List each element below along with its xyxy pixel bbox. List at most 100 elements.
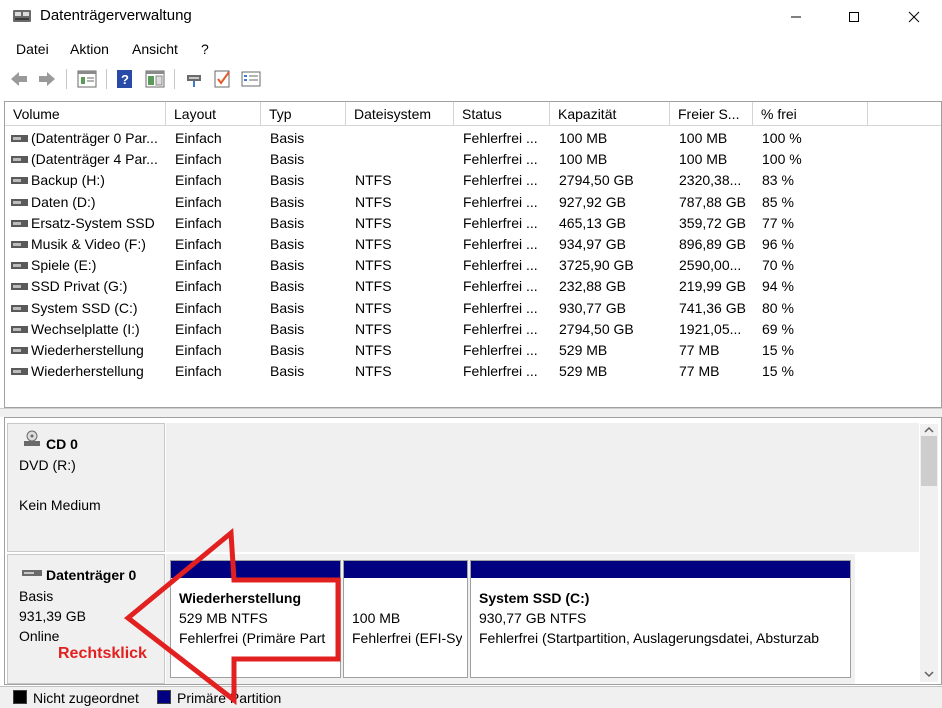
- cell-status: Fehlerfrei ...: [463, 278, 538, 295]
- table-row[interactable]: Musik & Video (F:) Einfach Basis NTFS Fehler…: [5, 234, 941, 255]
- table-row[interactable]: Spiele (E:) Einfach Basis NTFS Fehlerfrei ..…: [5, 255, 941, 276]
- column-header-volume[interactable]: Volume: [5, 102, 166, 126]
- cell-layout: Einfach: [175, 299, 222, 316]
- column-header-status[interactable]: Status: [454, 102, 550, 126]
- cell-kapazitaet: 529 MB: [559, 363, 608, 380]
- table-row[interactable]: Backup (H:) Einfach Basis NTFS Fehlerfrei ..…: [5, 170, 941, 191]
- menu-datei[interactable]: Datei: [16, 41, 49, 57]
- cell-kapazitaet: 529 MB: [559, 342, 608, 358]
- properties-icon[interactable]: [76, 68, 98, 90]
- window-title: Datenträgerverwaltung: [40, 7, 192, 24]
- disk0-type: Basis: [19, 588, 54, 604]
- cell-prozent-frei: 70 %: [762, 257, 794, 274]
- cell-prozent-frei: 85 %: [762, 193, 794, 210]
- cell-volume: System SSD (C:): [31, 299, 138, 316]
- volume-icon: [11, 325, 28, 333]
- volume-icon: [11, 135, 28, 142]
- connect-icon[interactable]: [184, 68, 206, 90]
- cell-freier-speicher: 741,36 GB: [679, 299, 746, 316]
- column-header-prozent-frei[interactable]: % frei: [753, 102, 868, 126]
- table-row[interactable]: Wechselplatte (I:) Einfach Basis NTFS Fehler…: [5, 319, 941, 340]
- cell-typ: Basis: [270, 320, 305, 337]
- column-header-layout[interactable]: Layout: [166, 102, 261, 126]
- cell-prozent-frei: 100 %: [762, 151, 802, 168]
- cell-layout: Einfach: [175, 342, 222, 358]
- partition-title: Wiederherstellung: [179, 590, 302, 606]
- cell-freier-speicher: 359,72 GB: [679, 214, 746, 231]
- pane-splitter[interactable]: [0, 408, 942, 417]
- table-row[interactable]: System SSD (C:) Einfach Basis NTFS Fehlerfre…: [5, 298, 941, 319]
- cell-typ: Basis: [270, 363, 305, 380]
- cell-status: Fehlerfrei ...: [463, 172, 538, 189]
- column-header-typ[interactable]: Typ: [261, 102, 346, 126]
- cell-volume: Ersatz-System SSD: [31, 214, 155, 231]
- cell-dateisystem: NTFS: [355, 193, 392, 210]
- cell-layout: Einfach: [175, 363, 222, 380]
- volume-icon: [11, 304, 28, 312]
- partition-efi[interactable]: 100 MB Fehlerfrei (EFI-Sy: [343, 560, 468, 678]
- cell-freier-speicher: 77 MB: [679, 342, 720, 358]
- cd0-name: CD 0: [46, 436, 78, 452]
- minimize-button[interactable]: [774, 0, 818, 34]
- cell-kapazitaet: 232,88 GB: [559, 278, 626, 295]
- scroll-down-icon[interactable]: [924, 670, 934, 678]
- maximize-button[interactable]: [832, 0, 876, 34]
- cell-typ: Basis: [270, 130, 305, 146]
- table-row[interactable]: (Datenträger 4 Par... Einfach Basis Fehlerf…: [5, 149, 941, 170]
- cell-typ: Basis: [270, 151, 305, 168]
- partition-system-ssd[interactable]: System SSD (C:) 930,77 GB NTFS Fehlerfre…: [470, 560, 851, 678]
- cell-typ: Basis: [270, 236, 305, 252]
- table-row[interactable]: SSD Privat (G:) Einfach Basis NTFS Fehlerfre…: [5, 276, 941, 297]
- volume-icon: [11, 177, 28, 185]
- back-icon[interactable]: [8, 68, 30, 90]
- menu-bar: Datei Aktion Ansicht ?: [0, 39, 942, 61]
- toolbar-separator: [66, 69, 67, 89]
- check-icon[interactable]: [212, 68, 234, 90]
- close-button[interactable]: [892, 0, 936, 34]
- cell-status: Fehlerfrei ...: [463, 363, 538, 380]
- cell-volume: Spiele (E:): [31, 257, 97, 274]
- disk0-state: Online: [19, 628, 60, 644]
- column-header-freier-speicher[interactable]: Freier S...: [670, 102, 753, 126]
- dvd-drive-icon: [24, 430, 40, 446]
- cd0-label[interactable]: CD 0 DVD (R:) Kein Medium: [7, 423, 165, 552]
- cell-status: Fehlerfrei ...: [463, 130, 538, 146]
- table-row[interactable]: Daten (D:) Einfach Basis NTFS Fehlerfrei ...…: [5, 192, 941, 213]
- volume-icon: [11, 241, 28, 248]
- forward-icon[interactable]: [36, 68, 58, 90]
- table-row[interactable]: Wiederherstellung Einfach Basis NTFS Fehlerf…: [5, 361, 941, 382]
- cell-status: Fehlerfrei ...: [463, 257, 538, 274]
- cell-layout: Einfach: [175, 214, 222, 231]
- help-icon[interactable]: ?: [114, 68, 136, 90]
- partition-wiederherstellung[interactable]: Wiederherstellung 529 MB NTFS Fehlerfrei…: [170, 560, 341, 678]
- cell-typ: Basis: [270, 193, 305, 210]
- list-icon[interactable]: [240, 68, 262, 90]
- cell-prozent-frei: 77 %: [762, 214, 794, 231]
- cell-typ: Basis: [270, 172, 305, 189]
- column-header-dateisystem[interactable]: Dateisystem: [346, 102, 454, 126]
- menu-ansicht[interactable]: Ansicht: [132, 41, 178, 57]
- cell-volume: Wiederherstellung: [31, 363, 144, 380]
- table-row[interactable]: Wiederherstellung Einfach Basis NTFS Fehlerf…: [5, 340, 941, 361]
- menu-help[interactable]: ?: [201, 41, 209, 57]
- cell-freier-speicher: 787,88 GB: [679, 193, 746, 210]
- menu-aktion[interactable]: Aktion: [70, 41, 109, 57]
- disk-panel-scrollbar[interactable]: [920, 424, 938, 682]
- volume-icon: [11, 262, 28, 270]
- scroll-thumb[interactable]: [921, 436, 937, 486]
- table-row[interactable]: (Datenträger 0 Par... Einfach Basis Fehlerf…: [5, 128, 941, 149]
- cell-volume: Daten (D:): [31, 193, 96, 210]
- cell-status: Fehlerfrei ...: [463, 342, 538, 358]
- close-icon: [908, 11, 920, 23]
- title-bar: Datenträgerverwaltung: [0, 0, 942, 34]
- cell-dateisystem: NTFS: [355, 320, 392, 337]
- scroll-up-icon[interactable]: [924, 426, 934, 434]
- disk0-label[interactable]: Datenträger 0 Basis 931,39 GB Online: [7, 554, 165, 684]
- cell-volume: (Datenträger 0 Par...: [31, 130, 158, 146]
- column-header-kapazitaet[interactable]: Kapazität: [550, 102, 670, 126]
- legend-label-primary: Primäre Partition: [177, 690, 282, 706]
- view-icon[interactable]: [144, 68, 166, 90]
- table-row[interactable]: Ersatz-System SSD Einfach Basis NTFS Fehlerf…: [5, 213, 941, 234]
- partition-status: Fehlerfrei (EFI-Sy: [352, 630, 462, 646]
- volume-icon: [11, 347, 28, 354]
